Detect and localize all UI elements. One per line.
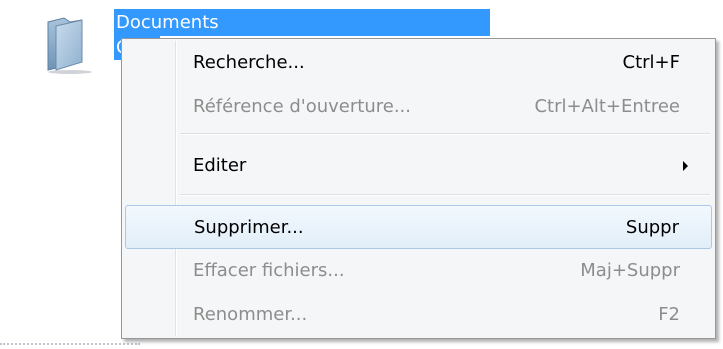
- context-menu: Recherche... Ctrl+F Référence d'ouvertur…: [121, 38, 716, 339]
- menu-item-label: Recherche...: [193, 52, 305, 73]
- menu-item-recherche[interactable]: Recherche... Ctrl+F: [125, 41, 712, 85]
- folder-name-label[interactable]: Documents: [114, 9, 490, 36]
- menu-item-label: Renommer...: [193, 304, 308, 325]
- dotted-separator: [0, 343, 140, 345]
- menu-item-label: Editer: [193, 155, 247, 176]
- menu-item-shortcut: Maj+Suppr: [580, 260, 680, 281]
- menu-item-reference-ouverture[interactable]: Référence d'ouverture... Ctrl+Alt+Entree: [125, 85, 712, 129]
- menu-item-editer[interactable]: Editer: [125, 144, 712, 188]
- menu-item-shortcut: F2: [658, 304, 680, 325]
- menu-item-renommer[interactable]: Renommer... F2: [125, 293, 712, 337]
- menu-item-effacer-fichiers[interactable]: Effacer fichiers... Maj+Suppr: [125, 249, 712, 293]
- menu-item-shortcut: Ctrl+F: [622, 52, 680, 73]
- menu-separator: [180, 133, 710, 135]
- menu-item-shortcut: Ctrl+Alt+Entree: [534, 96, 680, 117]
- menu-item-label: Référence d'ouverture...: [193, 96, 411, 117]
- menu-item-supprimer[interactable]: Supprimer... Suppr: [125, 205, 712, 249]
- menu-separator: [180, 194, 710, 196]
- submenu-arrow-icon: [683, 161, 688, 171]
- menu-item-shortcut: Suppr: [625, 217, 679, 238]
- menu-item-label: Supprimer...: [194, 217, 304, 238]
- menu-item-label: Effacer fichiers...: [193, 260, 345, 281]
- folder-icon: [47, 17, 92, 74]
- desktop-area: Documents C Recherche... Ctrl+F Référenc…: [0, 0, 723, 349]
